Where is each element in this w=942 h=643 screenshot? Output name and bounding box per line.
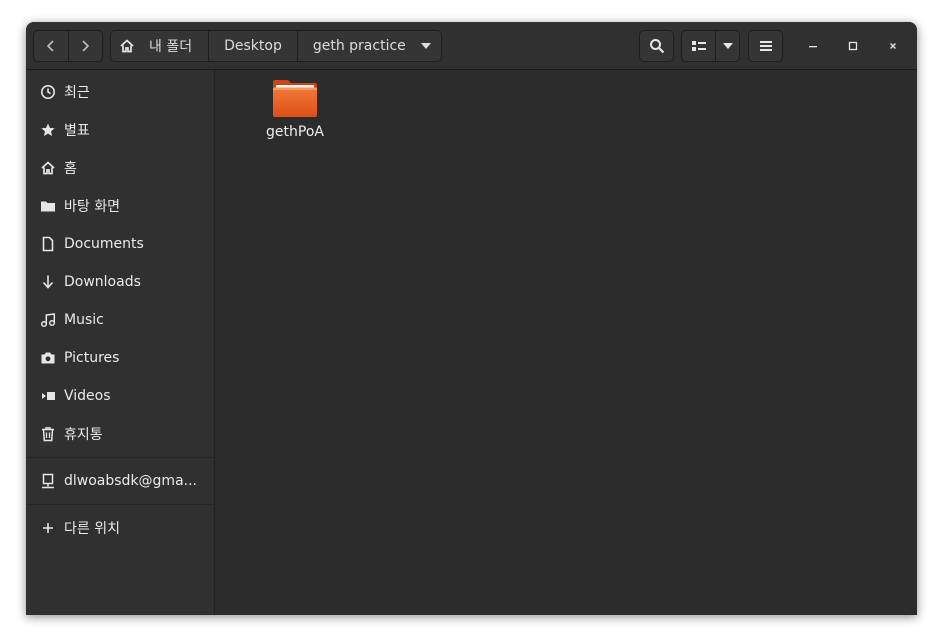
download-icon xyxy=(39,274,56,291)
sidebar-item-pictures[interactable]: Pictures xyxy=(26,339,214,377)
breadcrumb-home-label: 내 폴더 xyxy=(149,39,193,55)
document-icon xyxy=(39,236,56,253)
breadcrumb-current[interactable]: geth practice xyxy=(296,31,441,61)
close-button[interactable] xyxy=(883,36,903,56)
maximize-button[interactable] xyxy=(843,36,863,56)
sidebar-item-starred[interactable]: 별표 xyxy=(26,111,214,149)
view-mode-button[interactable] xyxy=(682,31,715,61)
home-icon xyxy=(39,160,56,177)
sidebar-item-label: 별표 xyxy=(64,123,90,139)
breadcrumb-desktop[interactable]: Desktop xyxy=(208,31,297,61)
plus-icon xyxy=(39,520,56,537)
clock-icon xyxy=(39,84,56,101)
file-manager-window: 내 폴더 Desktop geth practice 최근 별표 홈 바탕 화면… xyxy=(26,22,917,615)
star-icon xyxy=(39,122,56,139)
breadcrumb-home[interactable]: 내 폴더 xyxy=(111,31,208,61)
file-view: gethPoA xyxy=(215,70,917,615)
sidebar-item-label: Downloads xyxy=(64,274,141,290)
sidebar-item-downloads[interactable]: Downloads xyxy=(26,263,214,301)
view-options-dropdown[interactable] xyxy=(715,31,739,61)
minimize-icon xyxy=(809,46,817,48)
sidebar-item-network-drive[interactable]: dlwoabsdk@gma... xyxy=(26,462,214,500)
maximize-icon xyxy=(848,41,858,51)
breadcrumb-desktop-label: Desktop xyxy=(224,38,282,54)
music-icon xyxy=(39,312,56,329)
sidebar-item-label: 바탕 화면 xyxy=(64,199,120,215)
sidebar-item-label: 휴지통 xyxy=(64,427,103,443)
sidebar-item-home[interactable]: 홈 xyxy=(26,149,214,187)
trash-icon xyxy=(39,426,56,443)
close-icon xyxy=(890,43,896,49)
sidebar: 최근 별표 홈 바탕 화면 Documents Downloads Music … xyxy=(26,70,215,615)
sidebar-item-recent[interactable]: 최근 xyxy=(26,73,214,111)
path-bar: 내 폴더 Desktop geth practice xyxy=(110,30,442,62)
sidebar-item-label: 다른 위치 xyxy=(64,521,120,537)
sidebar-separator xyxy=(26,457,214,458)
sidebar-item-music[interactable]: Music xyxy=(26,301,214,339)
sidebar-item-label: Documents xyxy=(64,236,144,252)
forward-button[interactable] xyxy=(67,31,102,61)
hamburger-menu-icon xyxy=(759,41,772,51)
sidebar-separator xyxy=(26,504,214,505)
home-icon xyxy=(120,39,134,53)
file-item-folder[interactable]: gethPoA xyxy=(253,78,337,140)
sidebar-item-trash[interactable]: 휴지통 xyxy=(26,415,214,453)
camera-icon xyxy=(39,350,56,367)
sidebar-item-videos[interactable]: Videos xyxy=(26,377,214,415)
folder-icon xyxy=(39,198,56,215)
network-drive-icon xyxy=(39,473,56,490)
search-button[interactable] xyxy=(639,30,674,62)
sidebar-item-other-locations[interactable]: 다른 위치 xyxy=(26,509,214,547)
headerbar: 내 폴더 Desktop geth practice xyxy=(26,22,917,70)
caret-down-icon xyxy=(420,43,431,49)
caret-down-icon xyxy=(722,43,733,49)
breadcrumb-current-label: geth practice xyxy=(312,38,406,54)
sidebar-item-label: 홈 xyxy=(64,161,77,177)
chevron-right-icon xyxy=(82,40,90,52)
navigation-buttons xyxy=(33,30,103,62)
video-icon xyxy=(39,388,56,405)
folder-icon xyxy=(273,80,317,117)
menu-button[interactable] xyxy=(748,30,783,62)
sidebar-item-label: Pictures xyxy=(64,350,120,366)
minimize-button[interactable] xyxy=(803,36,823,56)
sidebar-item-desktop[interactable]: 바탕 화면 xyxy=(26,187,214,225)
sidebar-item-documents[interactable]: Documents xyxy=(26,225,214,263)
view-options-group xyxy=(681,30,740,62)
sidebar-item-label: 최근 xyxy=(64,85,90,101)
sidebar-item-label: Music xyxy=(64,312,104,328)
chevron-left-icon xyxy=(46,40,54,52)
back-button[interactable] xyxy=(34,31,68,61)
file-name: gethPoA xyxy=(266,124,324,140)
sidebar-item-label: dlwoabsdk@gma... xyxy=(64,473,197,489)
sidebar-item-label: Videos xyxy=(64,388,111,404)
search-icon xyxy=(649,39,664,54)
list-view-icon xyxy=(691,41,706,51)
